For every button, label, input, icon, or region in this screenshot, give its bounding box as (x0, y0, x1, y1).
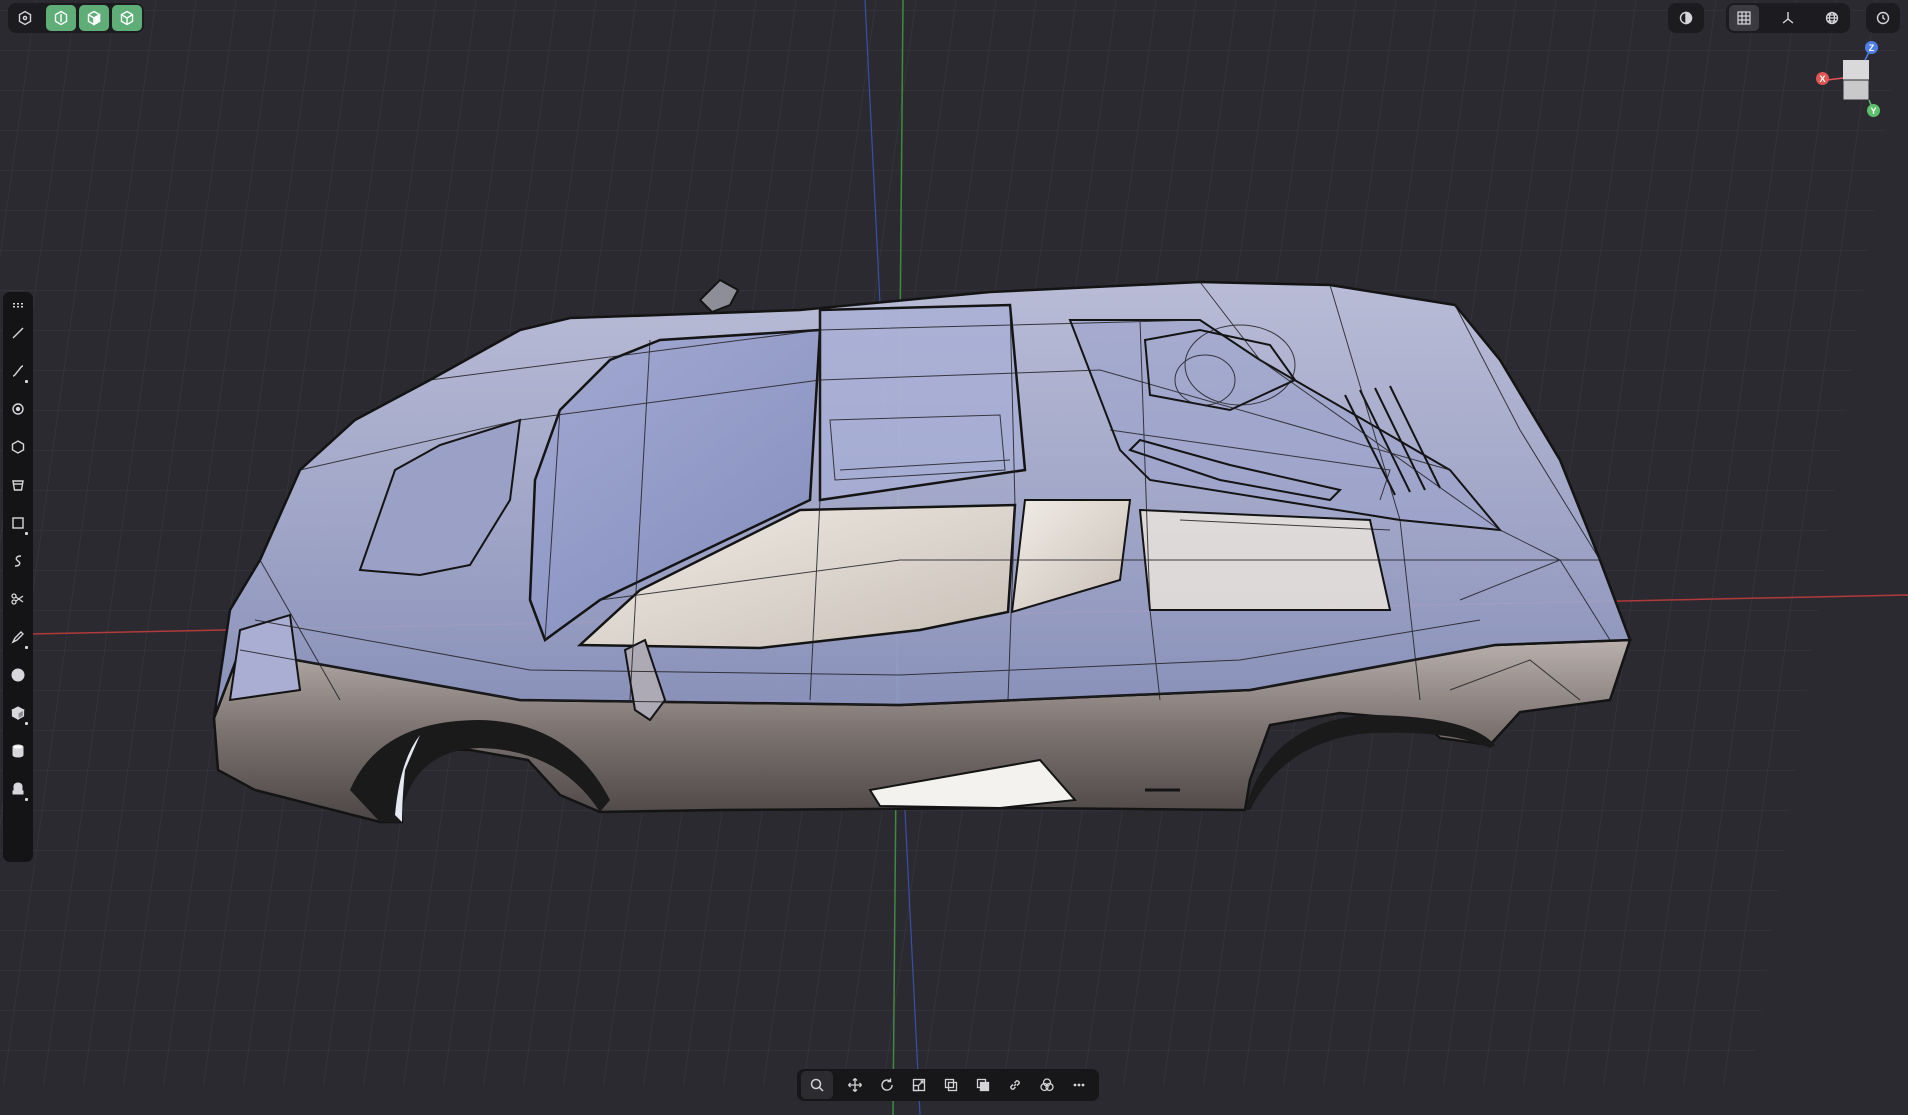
sphere-icon (11, 668, 25, 682)
axes-icon (1782, 12, 1794, 24)
layers-button[interactable] (967, 1071, 999, 1099)
pen-icon (11, 631, 24, 644)
box-tool[interactable] (5, 694, 31, 732)
contrast-button[interactable] (1671, 5, 1701, 31)
3d-viewport[interactable]: Z X Y (0, 0, 1908, 1115)
search-button[interactable] (801, 1071, 833, 1099)
cylinder-tool[interactable] (5, 732, 31, 770)
history-button[interactable] (1868, 5, 1898, 31)
cylinder-icon (12, 744, 24, 758)
move-icon (848, 1078, 862, 1092)
scene-canvas[interactable] (0, 0, 1908, 1115)
boolean-icon (1040, 1078, 1054, 1092)
spline-icon (14, 555, 22, 567)
grid-icon (1737, 11, 1751, 25)
shaded-view-icon (87, 10, 101, 26)
circle-icon (12, 403, 24, 415)
layers-icon (976, 1078, 990, 1092)
scissors-icon (11, 593, 24, 605)
duplicate-button[interactable] (935, 1071, 967, 1099)
bottom-toolbar (797, 1069, 1099, 1101)
globe-button[interactable] (1817, 5, 1847, 31)
link-icon (1010, 1080, 1020, 1090)
hexagon-icon (18, 10, 32, 26)
globe-icon (1825, 11, 1839, 25)
solid-view-icon (54, 10, 68, 26)
trim-tool[interactable] (5, 580, 31, 618)
spline-tool[interactable] (5, 542, 31, 580)
toolbar-grip[interactable] (5, 296, 31, 314)
grip-icon (13, 303, 23, 308)
search-icon (810, 1078, 824, 1092)
shaded-view-button[interactable] (79, 5, 109, 31)
stamp-icon (12, 782, 24, 795)
line-tool[interactable] (5, 314, 31, 352)
polygon-icon (11, 440, 25, 454)
scale-icon (912, 1078, 926, 1092)
boolean-button[interactable] (1031, 1071, 1063, 1099)
wireframe-view-button[interactable] (112, 5, 142, 31)
gizmo-y-axis[interactable]: Y (1867, 104, 1880, 117)
stamp-tool[interactable] (5, 770, 31, 808)
link-button[interactable] (999, 1071, 1031, 1099)
bucket-icon (12, 480, 24, 491)
view-options-group (1726, 3, 1850, 33)
line-icon (12, 327, 24, 339)
history-group (1866, 3, 1900, 33)
axes-button[interactable] (1773, 5, 1803, 31)
left-toolbar (3, 292, 33, 862)
contrast-toggle-group (1668, 3, 1704, 33)
grid-button[interactable] (1729, 5, 1759, 31)
navigation-gizmo[interactable]: Z X Y (1815, 38, 1887, 120)
pen-tool[interactable] (5, 618, 31, 656)
wireframe-view-icon (120, 10, 134, 26)
top-left-toolbar (8, 3, 144, 33)
gizmo-x-axis[interactable]: X (1816, 72, 1829, 85)
duplicate-icon (944, 1078, 958, 1092)
rectangle-tool[interactable] (5, 504, 31, 542)
move-button[interactable] (839, 1071, 871, 1099)
scale-button[interactable] (903, 1071, 935, 1099)
contrast-icon (1679, 11, 1693, 25)
fill-tool[interactable] (5, 466, 31, 504)
curve-icon (12, 365, 24, 377)
rectangle-icon (12, 517, 24, 529)
clock-icon (1876, 11, 1890, 25)
more-button[interactable] (1063, 1071, 1095, 1099)
more-icon (1073, 1083, 1085, 1087)
gizmo-z-axis[interactable]: Z (1865, 41, 1878, 54)
curve-tool[interactable] (5, 352, 31, 390)
rotate-icon (881, 1078, 893, 1091)
polygon-tool[interactable] (5, 428, 31, 466)
circle-tool[interactable] (5, 390, 31, 428)
solid-view-button[interactable] (46, 5, 76, 31)
sphere-tool[interactable] (5, 656, 31, 694)
cube-icon (11, 706, 25, 721)
rotate-button[interactable] (871, 1071, 903, 1099)
app-menu-button[interactable] (10, 5, 40, 31)
